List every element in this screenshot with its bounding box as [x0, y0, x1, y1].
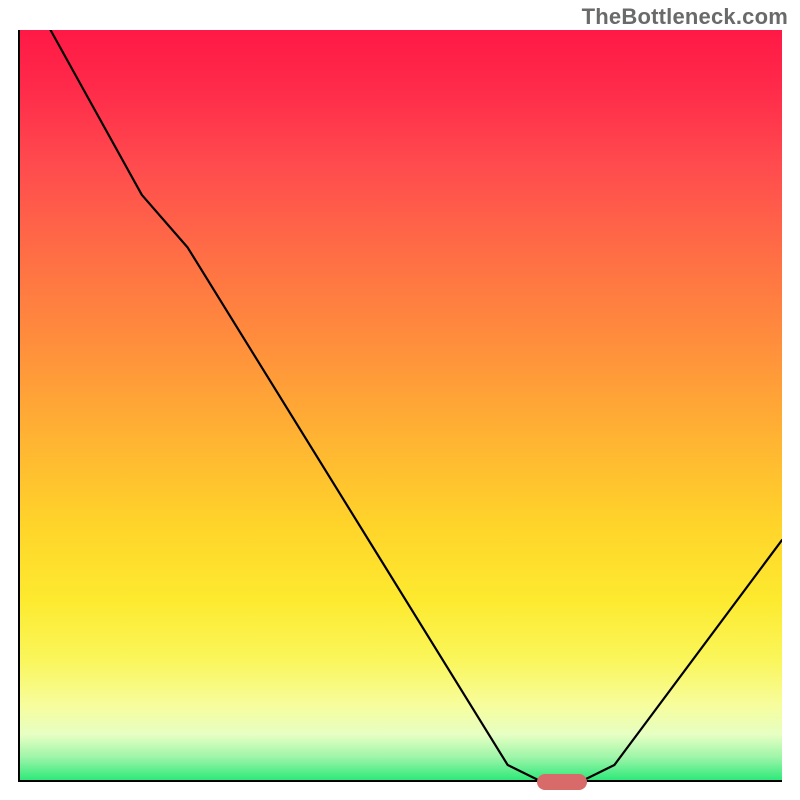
chart-plot-area [18, 30, 782, 782]
chart-background-gradient [20, 30, 782, 780]
optimum-marker [537, 774, 587, 790]
watermark-text: TheBottleneck.com [582, 4, 788, 30]
